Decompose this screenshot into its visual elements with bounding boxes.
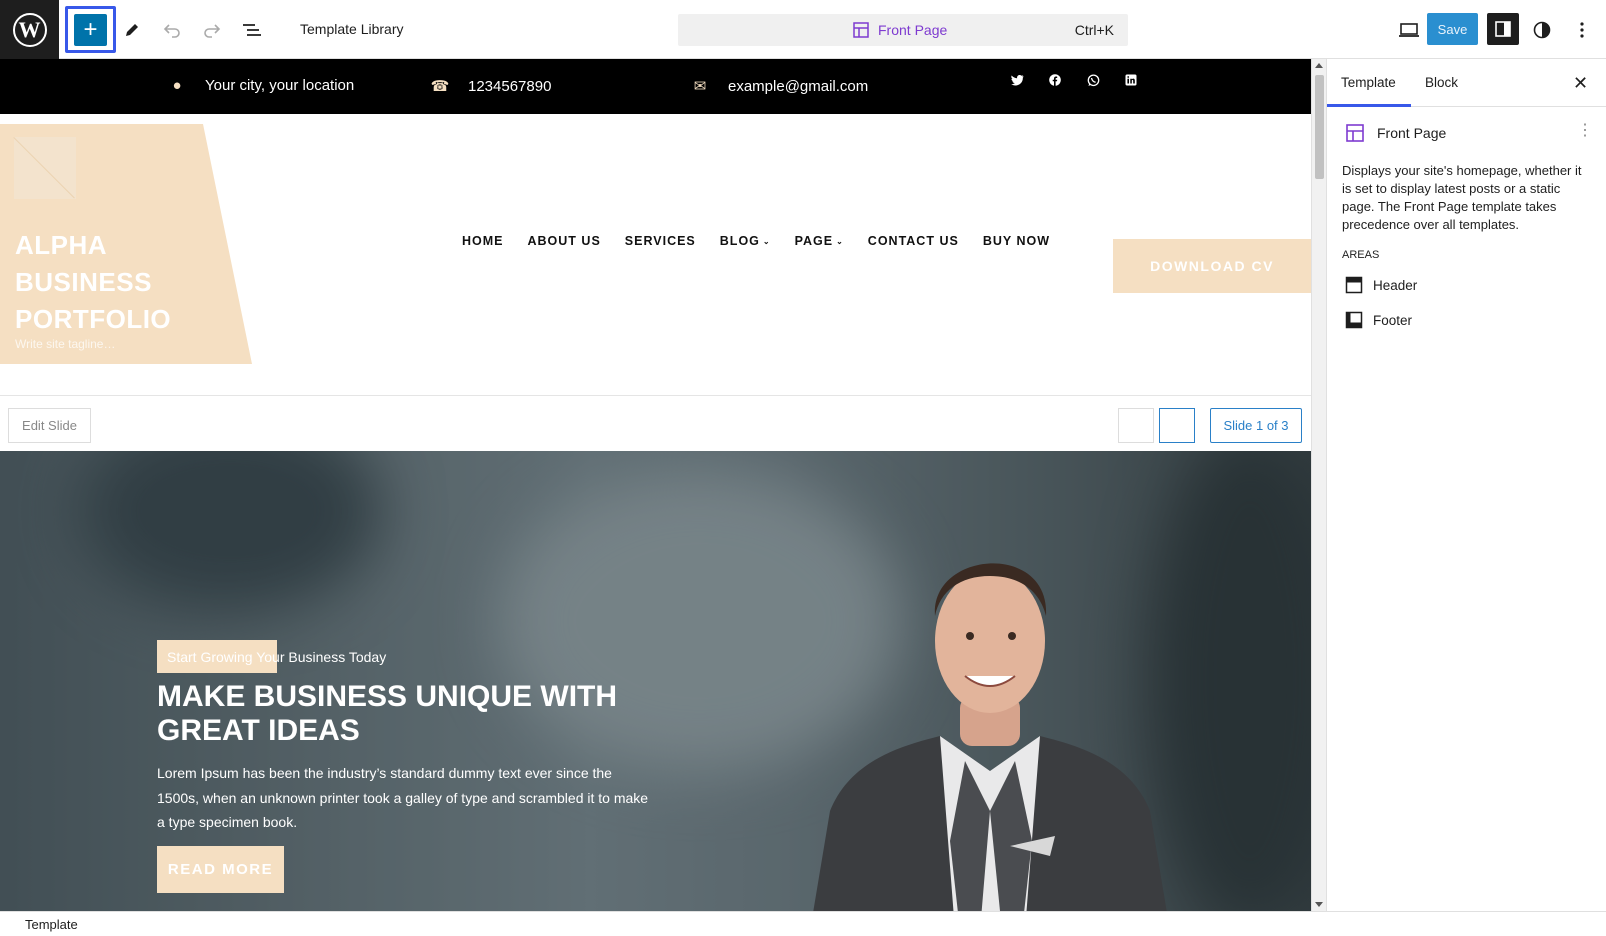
close-icon[interactable]: ✕	[1573, 73, 1588, 94]
previous-slide-button[interactable]	[1118, 408, 1154, 443]
hero-tagline[interactable]: Start Growing Your Business Today	[157, 640, 386, 673]
edit-slide-button[interactable]: Edit Slide	[8, 408, 91, 443]
nav-item-label: SERVICES	[624, 234, 696, 248]
chevron-down-icon: ⌄	[836, 237, 844, 246]
social-links	[1010, 73, 1138, 87]
redo-icon[interactable]	[198, 16, 226, 44]
phone-item: ☎ 1234567890	[430, 77, 552, 96]
template-description: Displays your site's homepage, whether i…	[1342, 163, 1582, 232]
scroll-down-icon[interactable]	[1315, 902, 1323, 907]
area-footer[interactable]: Footer	[1345, 311, 1412, 329]
location-text: Your city, your location	[205, 77, 355, 94]
hero-slide[interactable]: Start Growing Your Business Today MAKE B…	[0, 451, 1311, 911]
slide-counter[interactable]: Slide 1 of 3	[1210, 408, 1302, 443]
list-view-icon[interactable]	[238, 16, 266, 44]
nav-item-buy-now[interactable]: BUY NOW	[983, 234, 1050, 248]
nav-item-label: BUY NOW	[982, 234, 1050, 248]
areas-heading: AREAS	[1342, 249, 1380, 261]
tab-template[interactable]: Template	[1341, 75, 1396, 90]
linkedin-icon[interactable]	[1124, 73, 1138, 87]
facebook-icon[interactable]	[1048, 73, 1062, 87]
hero-tagline-text: Start Growing Your Business Today	[167, 648, 387, 665]
sidebar-settings-icon	[1495, 21, 1511, 37]
nav-item-label: CONTACT US	[867, 234, 959, 248]
layout-icon	[853, 22, 869, 38]
editor-canvas[interactable]: ● Your city, your location ☎ 1234567890 …	[0, 59, 1311, 911]
nav-item-label: ABOUT US	[527, 234, 601, 248]
block-inserter-focus-ring[interactable]: +	[65, 6, 116, 53]
breadcrumb[interactable]: Template	[25, 917, 78, 932]
location-item: ● Your city, your location	[167, 77, 354, 94]
editor-footer: Template	[0, 911, 1606, 936]
slider-toolbar: Edit Slide Slide 1 of 3	[0, 396, 1311, 451]
template-name: Front Page	[1377, 125, 1447, 141]
next-slide-button[interactable]	[1159, 408, 1195, 443]
nav-item-about-us[interactable]: ABOUT US	[528, 234, 601, 248]
hero-description[interactable]: Lorem Ipsum has been the industry’s stan…	[157, 761, 657, 835]
active-tab-indicator	[1327, 104, 1411, 107]
nav-item-label: BLOG	[719, 234, 760, 248]
editor-top-bar: W + Template Library Front Page Ctrl+K S…	[0, 0, 1606, 59]
site-title[interactable]: ALPHA BUSINESS PORTFOLIO	[15, 227, 215, 338]
read-more-button[interactable]: READ MORE	[157, 846, 284, 893]
styles-contrast-icon[interactable]	[1528, 16, 1556, 44]
email-text: example@gmail.com	[728, 77, 869, 95]
desktop-preview-icon[interactable]	[1395, 16, 1423, 44]
command-palette-button[interactable]: Front Page Ctrl+K	[678, 14, 1128, 46]
primary-navigation: HOME ABOUT US SERVICES BLOG ⌄ PAGE ⌄ CONTA…	[462, 234, 1074, 248]
site-branding[interactable]: ALPHA BUSINESS PORTFOLIO Write site tagl…	[0, 124, 252, 364]
nav-item-contact-us[interactable]: CONTACT US	[868, 234, 959, 248]
settings-sidebar: Template Block ✕ Front Page ⋮ Displays y…	[1326, 59, 1606, 911]
footer-area-icon	[1345, 311, 1363, 329]
nav-item-label: PAGE	[794, 234, 834, 248]
download-cv-button[interactable]: DOWNLOAD CV	[1113, 239, 1311, 293]
whatsapp-icon[interactable]	[1086, 73, 1100, 87]
layout-icon	[1346, 124, 1364, 142]
canvas-scrollbar[interactable]	[1311, 59, 1326, 911]
phone-text: 1234567890	[468, 77, 552, 95]
scroll-up-icon[interactable]	[1315, 63, 1323, 68]
location-pin-icon: ●	[172, 77, 182, 94]
area-header[interactable]: Header	[1345, 276, 1417, 294]
phone-icon: ☎	[430, 78, 450, 95]
save-button[interactable]: Save	[1427, 13, 1478, 45]
nav-item-page[interactable]: PAGE ⌄	[795, 234, 844, 248]
tab-block[interactable]: Block	[1425, 75, 1458, 90]
envelope-icon: ✉	[693, 78, 707, 95]
command-shortcut: Ctrl+K	[1074, 22, 1114, 38]
undo-icon[interactable]	[158, 16, 186, 44]
nav-item-home[interactable]: HOME	[462, 234, 504, 248]
area-label: Footer	[1373, 312, 1413, 328]
header-area-icon	[1345, 276, 1363, 294]
nav-item-label: HOME	[462, 234, 504, 248]
sidebar-settings-button[interactable]	[1487, 13, 1519, 45]
site-header[interactable]: ALPHA BUSINESS PORTFOLIO Write site tagl…	[0, 114, 1311, 396]
more-options-icon[interactable]	[1568, 16, 1596, 44]
hero-heading[interactable]: MAKE BUSINESS UNIQUE WITH GREAT IDEAS	[157, 680, 657, 748]
contact-info-bar: ● Your city, your location ☎ 1234567890 …	[0, 59, 1311, 114]
wordpress-logo-button[interactable]: W	[0, 0, 59, 59]
twitter-icon[interactable]	[1010, 73, 1024, 87]
site-tagline[interactable]: Write site tagline…	[15, 337, 115, 351]
area-label: Header	[1373, 277, 1418, 293]
email-item: ✉ example@gmail.com	[690, 77, 869, 96]
command-template-name: Front Page	[878, 22, 948, 38]
template-card: Front Page	[1345, 123, 1446, 143]
nav-item-blog[interactable]: BLOG ⌄	[720, 234, 771, 248]
template-library-title[interactable]: Template Library	[300, 21, 404, 37]
nav-item-services[interactable]: SERVICES	[625, 234, 696, 248]
wordpress-icon: W	[12, 12, 47, 47]
pencil-icon[interactable]	[118, 16, 146, 44]
block-inserter-button[interactable]: +	[74, 13, 107, 46]
businessman-photo	[813, 563, 1167, 911]
chevron-down-icon: ⌄	[762, 237, 771, 246]
site-logo-placeholder[interactable]	[14, 137, 76, 199]
scroll-thumb[interactable]	[1315, 75, 1324, 179]
command-label-group: Front Page	[852, 21, 947, 39]
template-actions-icon[interactable]: ⋮	[1577, 120, 1593, 140]
sidebar-tabs: Template Block ✕	[1327, 59, 1606, 107]
